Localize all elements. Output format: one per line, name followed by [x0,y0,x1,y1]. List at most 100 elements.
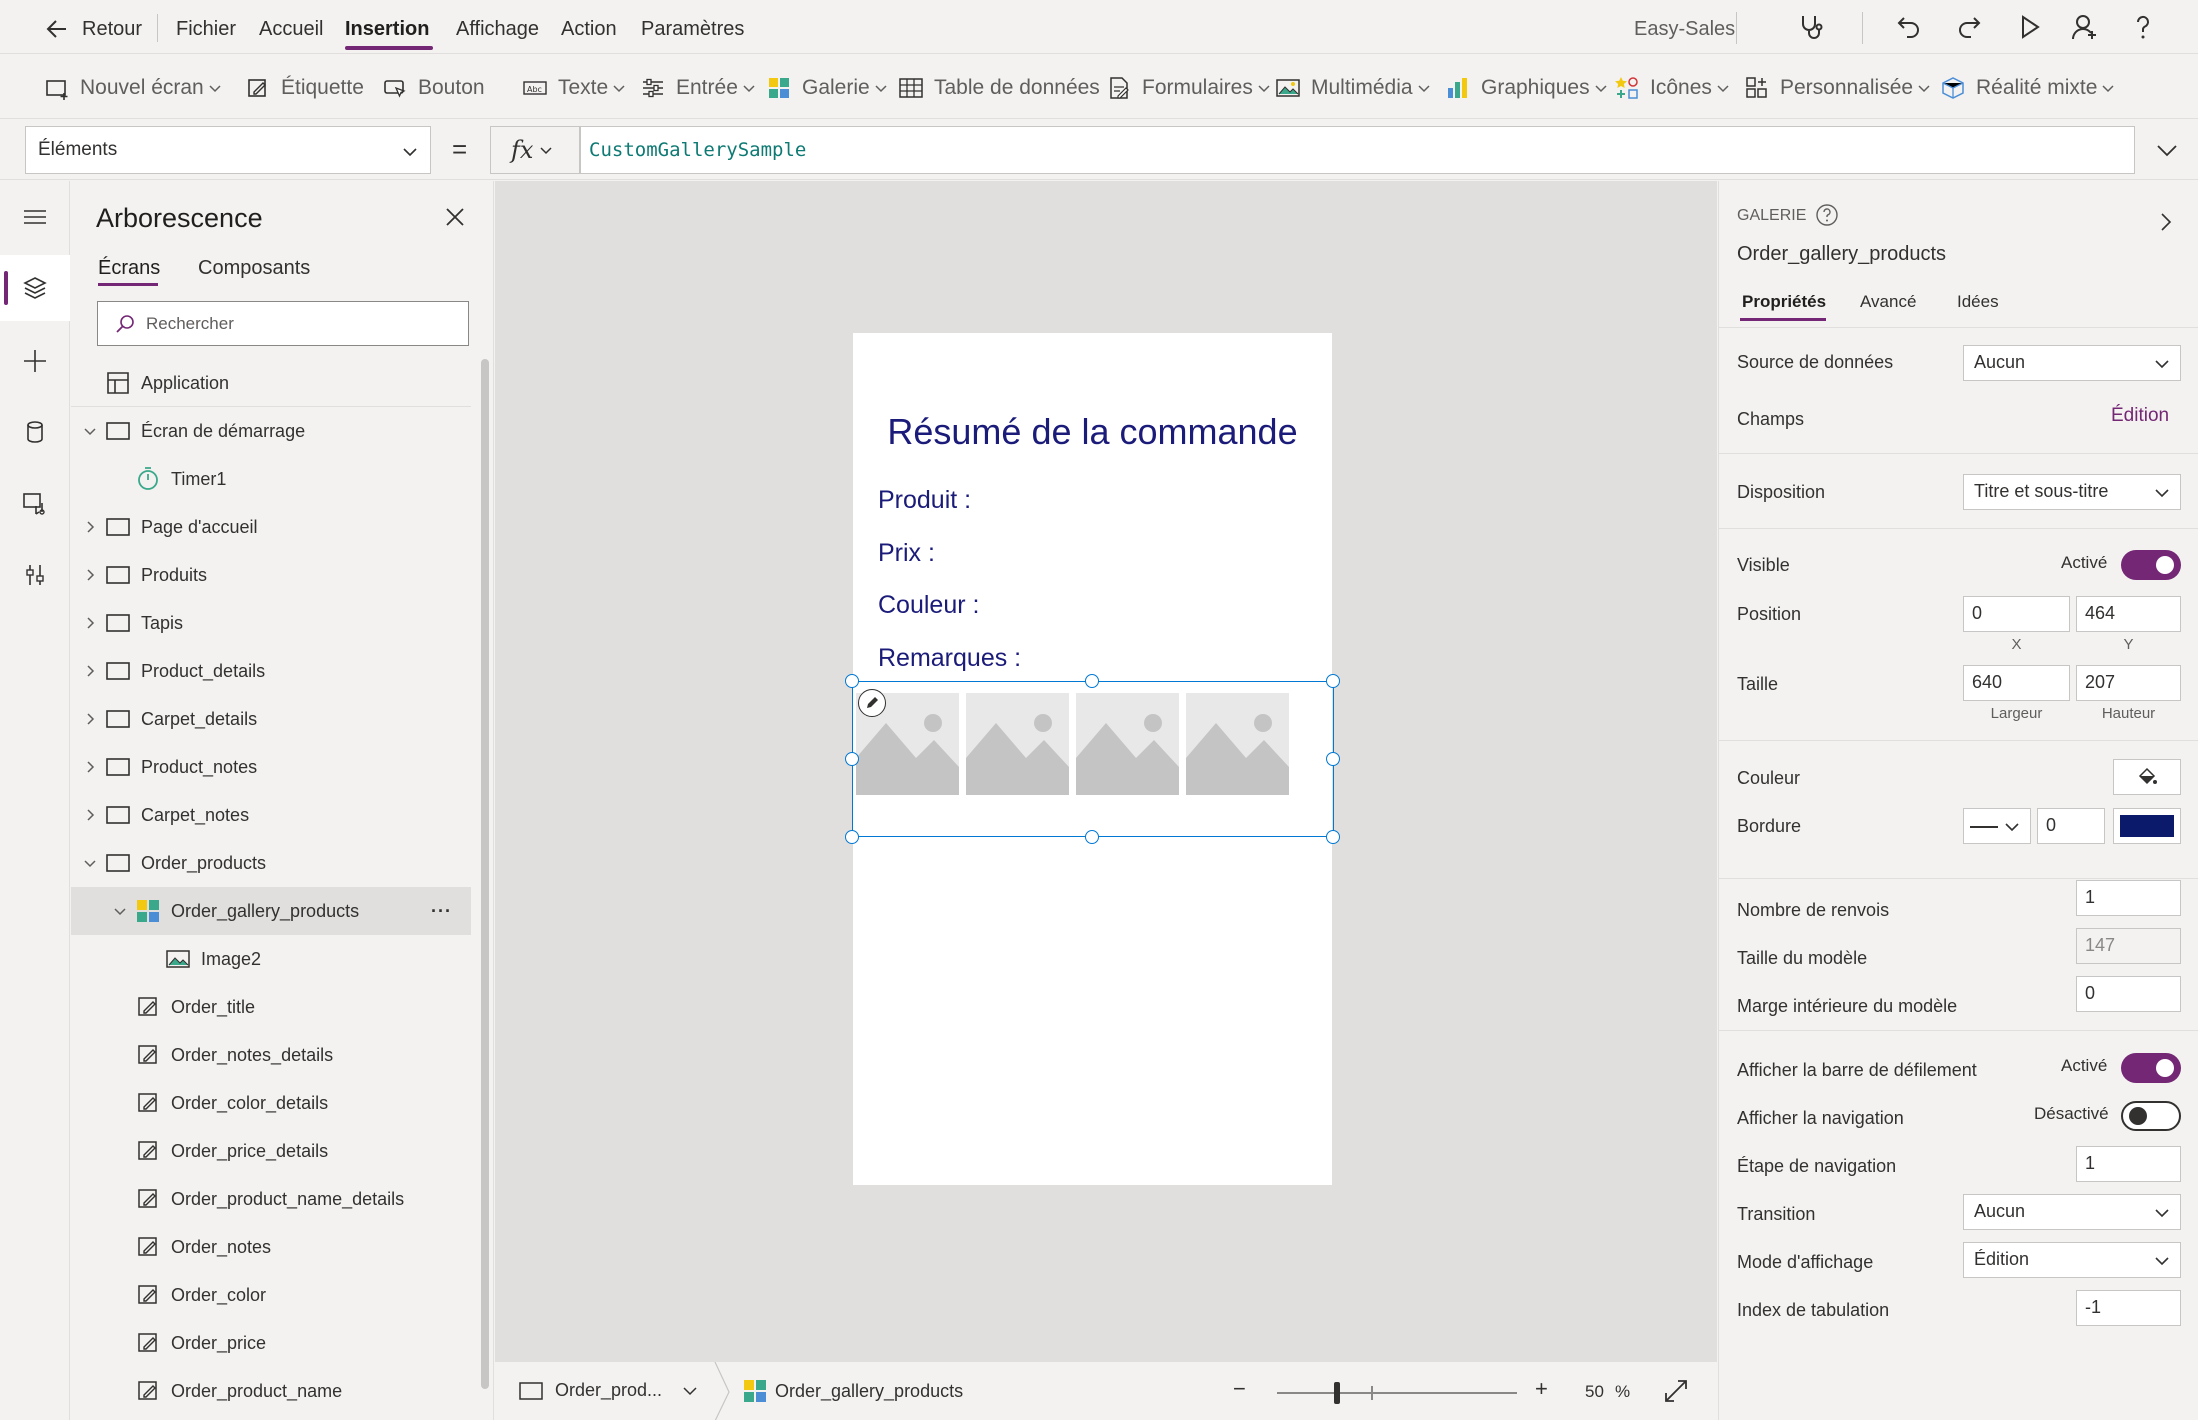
resize-handle[interactable] [1326,830,1340,844]
label-button[interactable]: Étiquette [245,73,364,103]
tree-item[interactable]: Order_price [71,1319,471,1367]
transition-dropdown[interactable]: Aucun [1963,1194,2181,1230]
help-circle-icon[interactable] [1815,203,1839,227]
order-gallery[interactable] [856,693,1296,797]
order-notes[interactable]: Remarques : [878,644,1021,673]
visible-toggle[interactable] [2121,550,2181,580]
tree-item[interactable]: Order_product_name_details [71,1175,471,1223]
mixed-reality-button[interactable]: Réalité mixte [1940,73,2115,103]
tree-item[interactable]: Carpet_notes [71,791,471,839]
formula-input[interactable]: CustomGallerySample [580,126,2135,174]
border-style-dropdown[interactable] [1963,808,2031,844]
tree-item[interactable]: Order_gallery_products ··· [71,887,471,935]
gallery-button[interactable]: Galerie [766,73,888,103]
menu-insertion[interactable]: Insertion [345,18,429,41]
image-placeholder-icon[interactable] [1186,693,1289,795]
tree-item[interactable]: Order_notes_details [71,1031,471,1079]
tree-item[interactable]: Order_color [71,1271,471,1319]
tree-item[interactable]: Order_color_details [71,1079,471,1127]
tree-item[interactable]: Page d'accueil [71,503,471,551]
order-color[interactable]: Couleur : [878,591,979,620]
tree-item[interactable]: Tapis [71,599,471,647]
forms-button[interactable]: Formulaires [1106,73,1271,103]
plus-icon[interactable] [22,348,48,374]
scrollbar-toggle[interactable] [2121,1053,2181,1083]
share-user-icon[interactable] [2070,12,2100,42]
media-button[interactable]: Multimédia [1275,73,1431,103]
more-options-icon[interactable]: ··· [431,901,452,922]
resize-handle[interactable] [845,752,859,766]
order-price[interactable]: Prix : [878,539,935,568]
new-screen-button[interactable]: Nouvel écran [44,73,222,103]
menu-affichage[interactable]: Affichage [456,18,539,41]
layout-dropdown[interactable]: Titre et sous-titre [1963,474,2181,510]
chevron-right-icon[interactable] [83,712,97,726]
zoom-in-button[interactable]: + [1535,1376,1548,1402]
image-placeholder-icon[interactable] [1076,693,1179,795]
button-button[interactable]: Bouton [382,73,485,103]
position-x-input[interactable]: 0 [1963,596,2070,632]
tree-item[interactable]: Product_details [71,647,471,695]
tree-item[interactable]: Order_price_details [71,1127,471,1175]
fields-edit-link[interactable]: Édition [2111,405,2169,427]
navigation-toggle[interactable] [2121,1101,2181,1131]
tree-item[interactable]: Produits [71,551,471,599]
menu-parametres[interactable]: Paramètres [641,18,744,41]
tree-item[interactable]: Order_product_name [71,1367,471,1415]
chevron-right-icon[interactable] [83,664,97,678]
chevron-right-icon[interactable] [83,808,97,822]
media-library-icon[interactable] [22,491,48,517]
template-padding-input[interactable]: 0 [2076,976,2181,1012]
image-placeholder-icon[interactable] [966,693,1069,795]
redo-icon[interactable] [1954,12,1984,42]
display-mode-dropdown[interactable]: Édition [1963,1242,2181,1278]
tree-item[interactable]: Order_notes [71,1223,471,1271]
zoom-slider-thumb[interactable] [1334,1382,1340,1404]
tree-item[interactable]: Image2 [71,935,471,983]
tab-composants[interactable]: Composants [198,257,310,280]
rail-tree-view[interactable] [0,255,70,321]
data-table-button[interactable]: Table de données [898,73,1100,103]
position-y-input[interactable]: 464 [2076,596,2181,632]
fx-button[interactable]: fx [490,126,580,174]
zoom-slider[interactable] [1277,1382,1517,1404]
close-icon[interactable] [443,205,467,229]
border-color-picker[interactable] [2113,808,2181,844]
resize-handle[interactable] [1085,674,1099,688]
hamburger-icon[interactable] [22,204,48,230]
chevron-down-icon[interactable] [83,424,97,438]
charts-button[interactable]: Graphiques [1445,73,1608,103]
resize-handle[interactable] [1326,674,1340,688]
tree-item[interactable]: Carpet_details [71,695,471,743]
zoom-out-button[interactable]: − [1233,1376,1246,1402]
chevron-right-icon[interactable] [2155,211,2177,233]
search-box[interactable]: Rechercher [97,301,469,346]
wrap-count-input[interactable]: 1 [2076,880,2181,916]
order-title[interactable]: Résumé de la commande [853,411,1332,453]
data-source-dropdown[interactable]: Aucun [1963,345,2181,381]
resize-handle[interactable] [845,830,859,844]
resize-handle[interactable] [1326,752,1340,766]
tab-index-input[interactable]: -1 [2076,1290,2181,1326]
database-icon[interactable] [22,419,48,445]
tree-item[interactable]: Order_title [71,983,471,1031]
selected-control-crumb[interactable]: Order_gallery_products [743,1379,963,1403]
back-button[interactable]: Retour [44,16,142,42]
gallery-edit-button[interactable] [858,689,886,717]
chevron-right-icon[interactable] [83,760,97,774]
tab-avance[interactable]: Avancé [1860,292,1916,312]
chevron-right-icon[interactable] [83,520,97,534]
resize-handle[interactable] [845,674,859,688]
width-input[interactable]: 640 [1963,665,2070,701]
custom-button[interactable]: Personnalisée [1744,73,1931,103]
tree-item[interactable]: Product_notes [71,743,471,791]
tab-ecrans[interactable]: Écrans [98,257,160,280]
border-width-input[interactable]: 0 [2037,808,2105,844]
chevron-right-icon[interactable] [83,616,97,630]
chevron-down-icon[interactable] [83,856,97,870]
undo-icon[interactable] [1894,12,1924,42]
help-icon[interactable] [2128,12,2158,42]
menu-accueil[interactable]: Accueil [259,18,323,41]
text-button[interactable]: Abc Texte [522,73,626,103]
tree-item[interactable]: Timer1 [71,455,471,503]
